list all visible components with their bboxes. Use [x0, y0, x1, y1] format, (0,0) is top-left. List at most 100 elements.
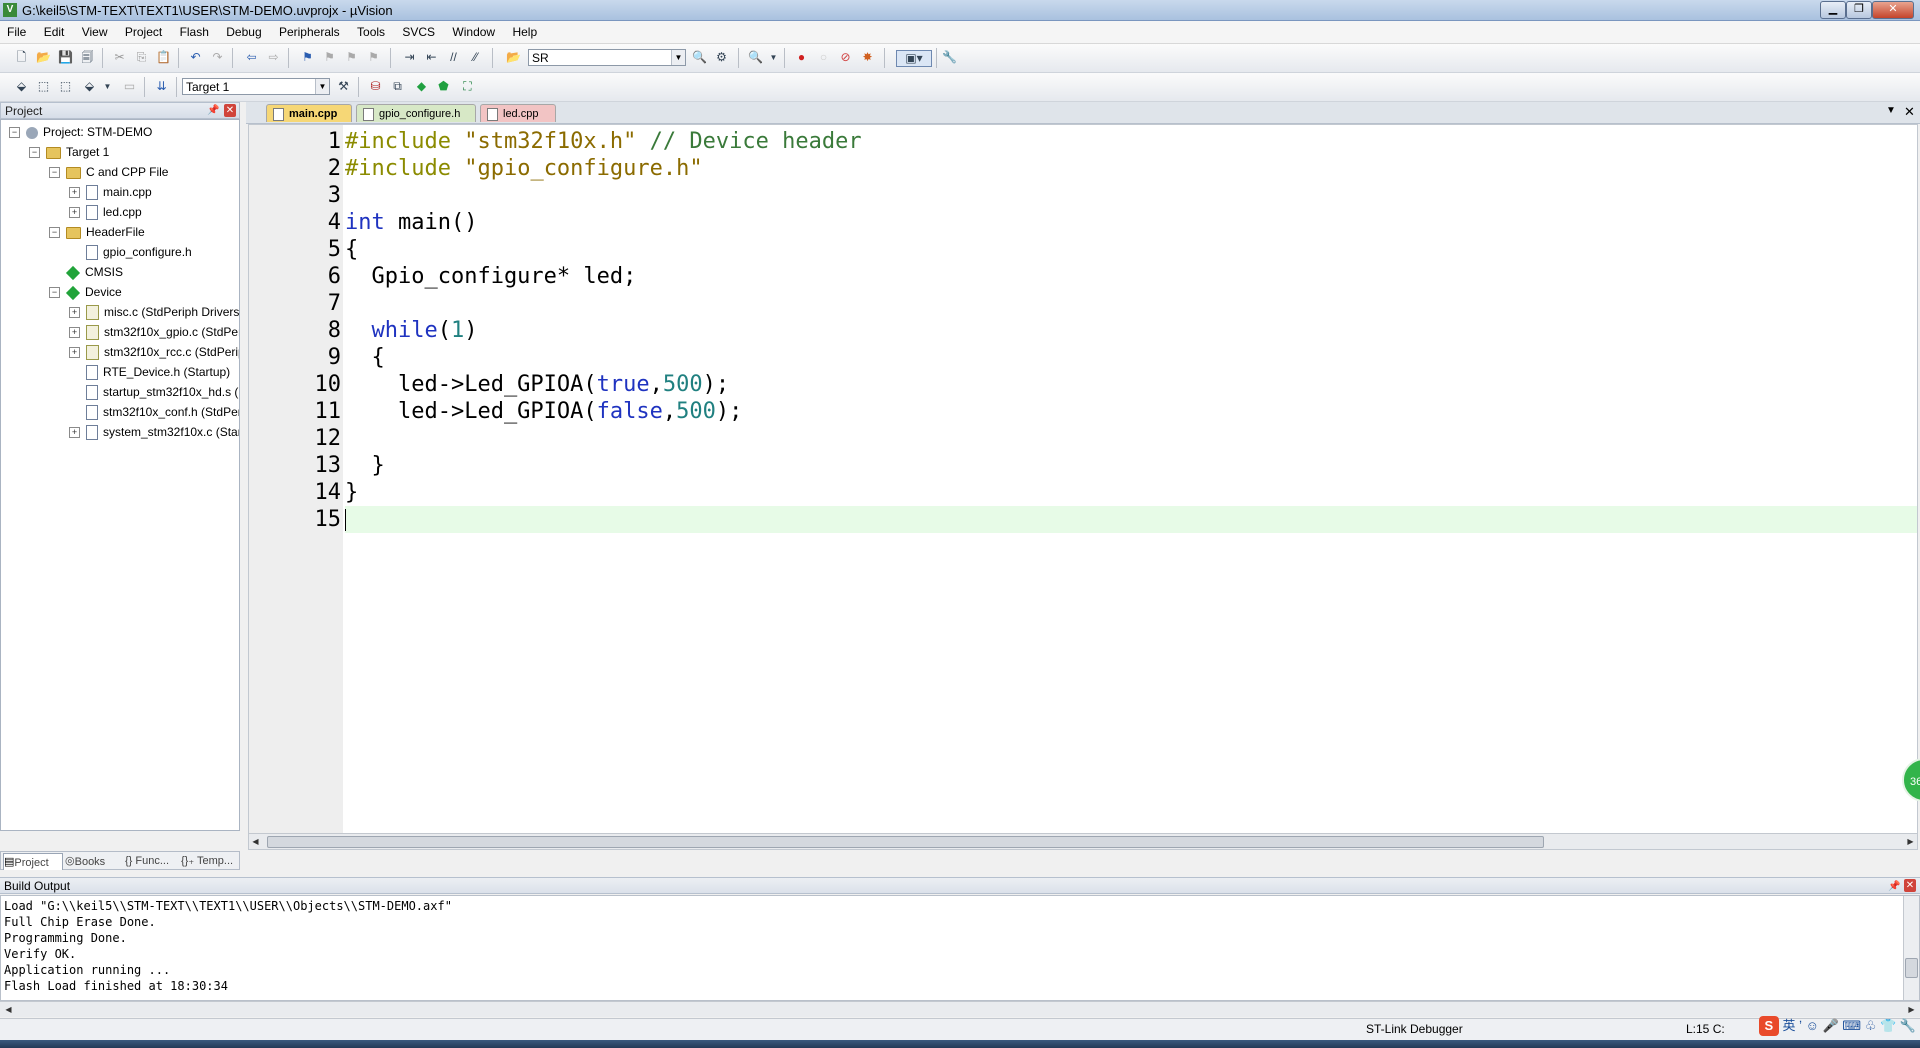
build-output-panel[interactable]: Load "G:\\keil5\\STM-TEXT\\TEXT1\\USER\\… — [0, 895, 1920, 1001]
enable-breakpoint-icon[interactable]: ○ — [816, 50, 831, 65]
bookmark-icon[interactable]: ⚑ — [300, 50, 315, 65]
chevron-down-icon[interactable]: ▼ — [100, 79, 115, 94]
menu-project[interactable]: Project — [118, 22, 169, 42]
scroll-left-icon[interactable]: ◀ — [249, 834, 262, 849]
code-line[interactable]: 11 led->Led_GPIOA(false,500); — [249, 398, 1917, 425]
target-select[interactable]: Target 1 ▼ — [182, 78, 330, 95]
pack-installer-icon[interactable]: ⛶ — [460, 79, 475, 94]
code-line[interactable]: 9 { — [249, 344, 1917, 371]
tab-project[interactable]: ▤ Project — [3, 853, 63, 870]
pin-icon[interactable]: 📌 — [1888, 879, 1900, 895]
paste-icon[interactable]: 📋 — [156, 50, 171, 65]
skin-icon[interactable]: ♧ — [1865, 1018, 1877, 1033]
tree-item-file[interactable]: + system_stm32f10x.c (Star — [69, 423, 239, 441]
tree-item-file[interactable]: RTE_Device.h (Startup) — [69, 363, 230, 381]
shirt-icon[interactable]: 👕 — [1880, 1018, 1896, 1033]
emoji-icon[interactable]: ☺ — [1806, 1018, 1819, 1033]
code-line[interactable]: 6 Gpio_configure* led; — [249, 263, 1917, 290]
comment-icon[interactable]: // — [446, 50, 461, 65]
code-line[interactable]: 3 — [249, 182, 1917, 209]
find-combo[interactable]: SR ▼ — [528, 49, 686, 66]
menu-flash[interactable]: Flash — [173, 22, 216, 42]
tree-item-file[interactable]: stm32f10x_conf.h (StdPer — [69, 403, 239, 421]
translate-icon[interactable]: ⬙ — [14, 79, 29, 94]
menu-svcs[interactable]: SVCS — [395, 22, 442, 42]
menu-peripherals[interactable]: Peripherals — [272, 22, 347, 42]
target-options-icon[interactable]: ⚒ — [336, 79, 351, 94]
code-line[interactable]: 4 int main() — [249, 209, 1917, 236]
debug-session-icon[interactable]: 🔍 — [748, 50, 763, 65]
build-icon[interactable]: ⬚ — [36, 79, 51, 94]
menu-edit[interactable]: Edit — [37, 22, 72, 42]
tree-item-group-header[interactable]: − HeaderFile — [49, 223, 145, 241]
stop-build-icon[interactable]: ▭ — [122, 79, 137, 94]
next-bookmark-icon[interactable]: ⚑ — [344, 50, 359, 65]
navigate-back-icon[interactable]: ⇦ — [244, 50, 259, 65]
tree-item-file[interactable]: + main.cpp — [69, 183, 152, 201]
close-icon[interactable]: ✕ — [224, 104, 236, 117]
unindent-icon[interactable]: ⇤ — [424, 50, 439, 65]
save-all-icon[interactable]: 🗐 — [80, 50, 95, 65]
tree-item-file[interactable]: + stm32f10x_rcc.c (StdPerip — [69, 343, 239, 361]
find-icon[interactable]: 🔍 — [692, 50, 707, 65]
tab-list-chevron-icon[interactable]: ▼ — [1886, 105, 1896, 116]
punctuation-icon[interactable]: ʼ — [1799, 1018, 1802, 1033]
sogou-ime-icon[interactable]: S — [1758, 1016, 1779, 1036]
scroll-thumb[interactable] — [267, 836, 1544, 848]
tree-item-file[interactable]: + misc.c (StdPeriph Drivers — [69, 303, 239, 321]
menu-view[interactable]: View — [75, 22, 115, 42]
file-extensions-icon[interactable]: ⛁ — [368, 79, 383, 94]
manage-run-time-environment-icon[interactable]: ◆ — [414, 79, 429, 94]
code-line[interactable]: 15 — [249, 506, 1917, 533]
tab-main-cpp[interactable]: main.cpp — [266, 104, 352, 122]
chevron-down-icon[interactable]: ▼ — [315, 79, 329, 94]
ime-language-indicator[interactable]: 英 — [1782, 1018, 1795, 1033]
tab-templates[interactable]: {}₊ Temp... — [181, 853, 239, 869]
menu-window[interactable]: Window — [445, 22, 502, 42]
tree-item-file[interactable]: + stm32f10x_gpio.c (StdPer — [69, 323, 239, 341]
incremental-find-icon[interactable]: ⚙ — [714, 50, 729, 65]
menu-help[interactable]: Help — [505, 22, 544, 42]
tree-item-project[interactable]: − Project: STM-DEMO — [9, 123, 152, 141]
scroll-left-icon[interactable]: ◀ — [2, 1002, 15, 1017]
tree-item-file[interactable]: + led.cpp — [69, 203, 142, 221]
navigate-forward-icon[interactable]: ⇨ — [266, 50, 281, 65]
close-icon[interactable]: ✕ — [1904, 879, 1916, 892]
insert-breakpoint-icon[interactable]: ● — [794, 50, 809, 65]
tree-item-target[interactable]: − Target 1 — [29, 143, 109, 161]
code-line[interactable]: 2 #include "gpio_configure.h" — [249, 155, 1917, 182]
tab-books[interactable]: ◎ Books — [65, 853, 121, 869]
code-line[interactable]: 1 #include "stm32f10x.h" // Device header — [249, 128, 1917, 155]
build-output-hscrollbar[interactable]: ◀ ▶ — [0, 1001, 1920, 1017]
chevron-down-icon[interactable]: ▼ — [671, 50, 685, 65]
pin-icon[interactable]: 📌 — [207, 104, 219, 117]
tree-item-file[interactable]: gpio_configure.h — [69, 243, 192, 261]
code-line[interactable]: 12 — [249, 425, 1917, 452]
uncomment-icon[interactable]: ⁄⁄ — [468, 50, 483, 65]
close-tab-icon[interactable]: ✕ — [1904, 104, 1915, 120]
open-file-icon[interactable]: 📂 — [36, 50, 51, 65]
copy-icon[interactable]: ⎘ — [134, 50, 149, 65]
prev-bookmark-icon[interactable]: ⚑ — [322, 50, 337, 65]
microphone-icon[interactable]: 🎤 — [1823, 1018, 1839, 1033]
new-file-icon[interactable]: 🗋 — [14, 50, 29, 65]
tree-item-file[interactable]: startup_stm32f10x_hd.s ( — [69, 383, 238, 401]
chevron-down-icon[interactable]: ▼ — [766, 50, 781, 65]
build-output-vscrollbar[interactable] — [1903, 896, 1919, 1000]
code-line[interactable]: 13 } — [249, 452, 1917, 479]
indent-icon[interactable]: ⇥ — [402, 50, 417, 65]
window-layout-icon[interactable]: ▣▾ — [896, 50, 932, 67]
editor-hscrollbar[interactable]: ◀ ▶ — [249, 833, 1917, 849]
kill-all-breakpoints-icon[interactable]: ✸ — [860, 50, 875, 65]
code-editor[interactable]: 1 #include "stm32f10x.h" // Device header… — [248, 124, 1918, 850]
cut-icon[interactable]: ✂ — [112, 50, 127, 65]
disable-all-breakpoints-icon[interactable]: ⊘ — [838, 50, 853, 65]
save-icon[interactable]: 💾 — [58, 50, 73, 65]
configure-icon[interactable]: 🔧 — [942, 50, 957, 65]
clear-bookmarks-icon[interactable]: ⚑ — [366, 50, 381, 65]
scroll-right-icon[interactable]: ▶ — [1904, 834, 1917, 849]
batch-build-icon[interactable]: ⬙ — [82, 79, 97, 94]
tree-item-device[interactable]: − Device — [49, 283, 122, 301]
project-hscrollbar[interactable]: ◀ ▶ — [1, 830, 239, 831]
download-load-icon[interactable]: ⇊ — [154, 79, 169, 94]
